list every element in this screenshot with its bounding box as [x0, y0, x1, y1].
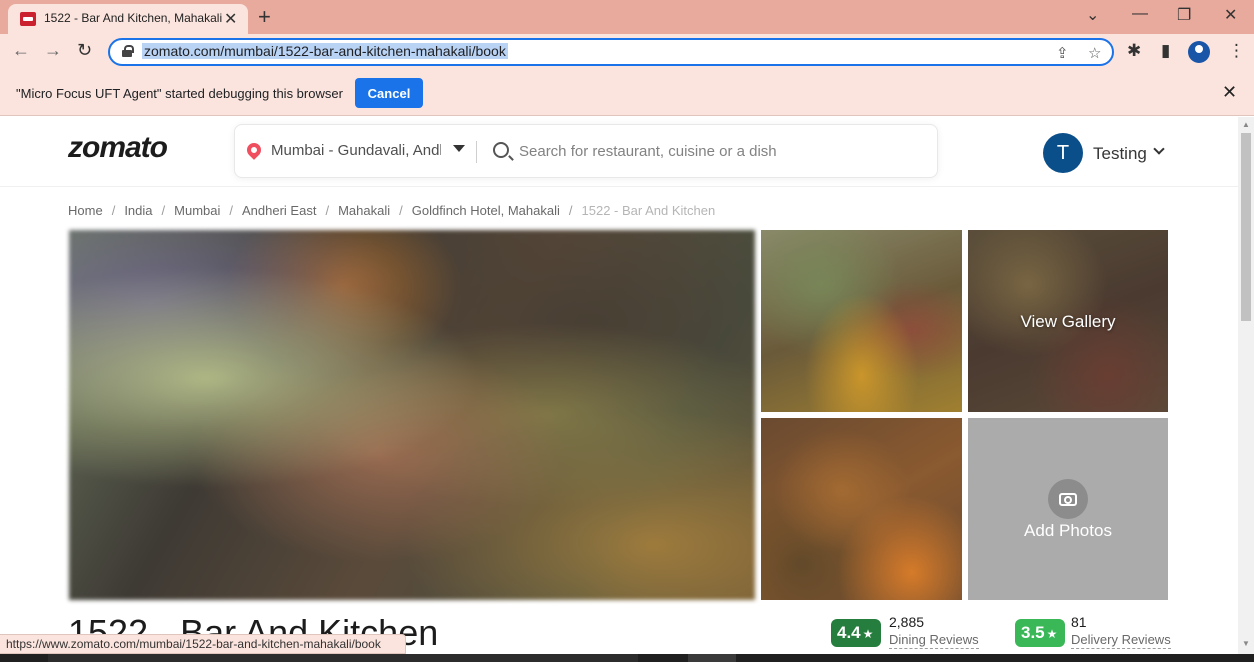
breadcrumb-current: 1522 - Bar And Kitchen	[581, 203, 716, 218]
delivery-reviews-link[interactable]: Delivery Reviews	[1071, 632, 1171, 649]
zomato-favicon-icon	[20, 12, 36, 26]
share-icon[interactable]: ⇪	[1056, 44, 1069, 62]
add-photos-button[interactable]: Add Photos	[968, 418, 1168, 600]
browser-tab-strip: 1522 - Bar And Kitchen, Mahakali ✕ + ⌄ —…	[0, 0, 1254, 34]
star-icon: ★	[1046, 627, 1058, 641]
site-header: zomato Mumbai - Gundavali, Andheri East …	[0, 117, 1238, 187]
breadcrumb-home[interactable]: Home	[68, 203, 103, 218]
user-name[interactable]: Testing	[1093, 144, 1147, 164]
breadcrumb-separator: /	[399, 203, 403, 218]
tab-close-icon[interactable]: ✕	[224, 9, 237, 29]
delivery-review-count: 81	[1071, 614, 1087, 630]
breadcrumb-goldfinch-hotel[interactable]: Goldfinch Hotel, Mahakali	[412, 203, 560, 218]
bookmark-star-icon[interactable]: ☆	[1088, 44, 1101, 62]
browser-menu-icon[interactable]: ⋮	[1228, 41, 1245, 61]
view-gallery-link[interactable]: View Gallery	[968, 312, 1168, 332]
breadcrumb-india[interactable]: India	[124, 203, 152, 218]
tab-title: 1522 - Bar And Kitchen, Mahakali	[44, 11, 223, 25]
location-selector[interactable]: Mumbai - Gundavali, Andheri East	[271, 142, 441, 159]
new-tab-button[interactable]: +	[258, 4, 271, 30]
back-arrow-icon[interactable]: ←	[12, 40, 30, 61]
debugging-infobar: "Micro Focus UFT Agent" started debuggin…	[0, 70, 1254, 116]
link-status-bar: https://www.zomato.com/mumbai/1522-bar-a…	[0, 634, 406, 654]
breadcrumb-separator: /	[325, 203, 330, 218]
address-url[interactable]: zomato.com/mumbai/1522-bar-and-kitchen-m…	[142, 43, 508, 59]
star-icon: ★	[862, 627, 874, 641]
breadcrumb-separator: /	[568, 203, 573, 218]
dining-rating-value: 4.4	[837, 623, 861, 642]
dining-review-count: 2,885	[889, 614, 925, 630]
breadcrumb-separator: /	[161, 203, 166, 218]
close-window-button[interactable]: ✕	[1224, 5, 1237, 25]
forward-arrow-icon[interactable]: →	[44, 40, 62, 61]
add-photo-camera-icon	[1048, 479, 1088, 519]
user-menu[interactable]: T Testing	[1043, 133, 1173, 173]
os-taskbar	[0, 654, 1254, 662]
restore-window-button[interactable]: ❐	[1177, 5, 1191, 25]
page-content: zomato Mumbai - Gundavali, Andheri East …	[0, 117, 1238, 662]
search-icon	[493, 142, 509, 158]
chevron-down-icon[interactable]	[1153, 143, 1165, 155]
extensions-puzzle-icon[interactable]: ✱	[1127, 41, 1141, 61]
caret-down-icon[interactable]	[453, 145, 465, 152]
delivery-rating-value: 3.5	[1021, 623, 1045, 642]
taskbar-app-area[interactable]	[48, 654, 638, 662]
camera-lens-icon	[1064, 496, 1072, 504]
reload-icon[interactable]: ↻	[77, 40, 92, 61]
breadcrumb-mumbai[interactable]: Mumbai	[174, 203, 220, 218]
side-panel-icon[interactable]: ▮	[1161, 41, 1170, 61]
address-bar[interactable]: zomato.com/mumbai/1522-bar-and-kitchen-m…	[108, 38, 1114, 66]
breadcrumb: Home / India / Mumbai / Andheri East / Mahakali /…	[68, 203, 715, 218]
page-scrollbar[interactable]: ▲ ▼	[1238, 117, 1254, 662]
avatar[interactable]: T	[1043, 133, 1083, 173]
breadcrumb-mahakali[interactable]: Mahakali	[338, 203, 390, 218]
scroll-down-arrow-icon[interactable]: ▼	[1242, 639, 1250, 648]
dining-rating-badge: 4.4 ★	[831, 619, 881, 647]
browser-toolbar: ← → ↻ zomato.com/mumbai/1522-bar-and-kit…	[0, 34, 1254, 70]
zomato-logo[interactable]: zomato	[68, 131, 168, 165]
gallery-thumbnail[interactable]	[761, 230, 962, 412]
cancel-debugging-button[interactable]: Cancel	[355, 78, 423, 108]
gallery-thumbnail[interactable]	[761, 418, 962, 600]
search-input[interactable]	[519, 139, 919, 163]
breadcrumb-separator: /	[229, 203, 234, 218]
scroll-up-arrow-icon[interactable]: ▲	[1242, 120, 1250, 129]
minimize-window-button[interactable]: —	[1132, 5, 1148, 23]
infobar-message: "Micro Focus UFT Agent" started debuggin…	[16, 86, 343, 101]
dining-reviews-link[interactable]: Dining Reviews	[889, 632, 979, 649]
scrollbar-thumb[interactable]	[1241, 133, 1251, 321]
infobar-close-icon[interactable]: ✕	[1222, 82, 1237, 103]
breadcrumb-andheri-east[interactable]: Andheri East	[242, 203, 316, 218]
search-bar: Mumbai - Gundavali, Andheri East	[234, 124, 938, 178]
browser-tab[interactable]: 1522 - Bar And Kitchen, Mahakali ✕	[8, 4, 248, 34]
search-divider	[476, 141, 477, 163]
location-pin-icon	[244, 140, 264, 160]
main-restaurant-photo[interactable]	[69, 230, 755, 600]
tab-list-chevron-icon[interactable]: ⌄	[1086, 5, 1099, 25]
lock-icon[interactable]	[122, 45, 134, 57]
add-photos-label: Add Photos	[1024, 521, 1112, 540]
breadcrumb-separator: /	[111, 203, 116, 218]
delivery-rating-badge: 3.5 ★	[1015, 619, 1065, 647]
taskbar-active-app[interactable]	[688, 654, 736, 662]
profile-avatar-icon[interactable]	[1188, 41, 1210, 63]
